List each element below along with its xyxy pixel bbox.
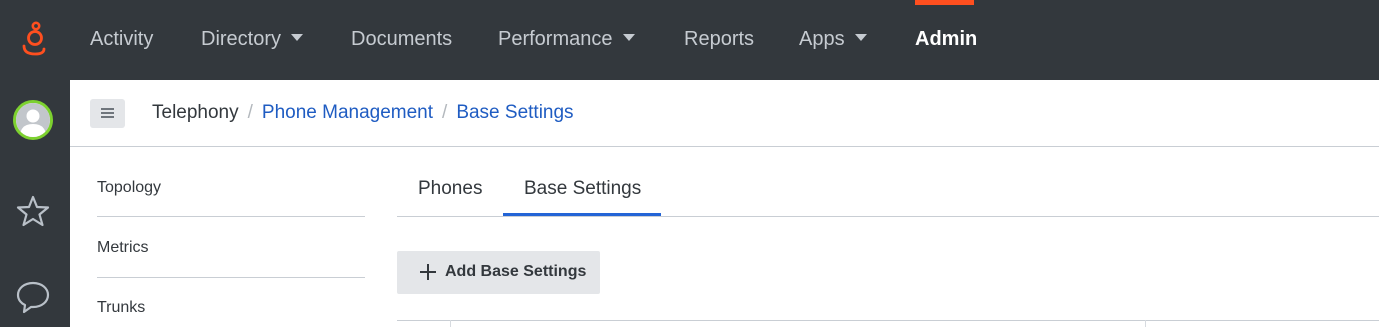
nav-label: Admin — [915, 28, 978, 50]
table-header-border — [397, 320, 1379, 321]
breadcrumb-item-base-settings[interactable]: Base Settings — [456, 102, 573, 123]
tab-label: Base Settings — [524, 178, 642, 199]
add-button-label: Add Base Settings — [445, 263, 587, 280]
nav-activity[interactable]: Activity — [90, 0, 153, 80]
sidebar-item-metrics[interactable]: Metrics — [97, 207, 365, 267]
breadcrumb-item-phone-management[interactable]: Phone Management — [262, 102, 433, 123]
table-column-separator — [1145, 320, 1146, 327]
sidebar-item-label: Topology — [97, 179, 162, 196]
nav-performance[interactable]: Performance — [498, 0, 635, 80]
top-navigation: Activity Directory Documents Performance… — [70, 0, 1379, 80]
active-tab-indicator — [503, 213, 661, 216]
table-column-separator — [450, 320, 451, 327]
tab-label: Phones — [418, 178, 483, 199]
nav-documents[interactable]: Documents — [351, 0, 452, 80]
plus-icon — [420, 264, 436, 285]
add-base-settings-button[interactable]: Add Base Settings — [397, 251, 600, 294]
user-avatar-icon[interactable] — [13, 100, 53, 140]
breadcrumb-item-telephony: Telephony — [152, 102, 239, 123]
tab-base-settings[interactable]: Base Settings — [524, 178, 641, 200]
breadcrumb-separator: / — [442, 102, 448, 123]
nav-label: Apps — [799, 28, 845, 50]
nav-label: Performance — [498, 28, 613, 50]
nav-active-indicator — [915, 0, 974, 5]
sidebar-item-label: Metrics — [97, 239, 149, 256]
star-icon[interactable] — [16, 194, 50, 233]
sidebar-item-topology[interactable]: Topology — [97, 147, 365, 207]
menu-toggle-button[interactable] — [90, 99, 125, 128]
nav-apps[interactable]: Apps — [799, 0, 867, 80]
sidebar-item-label: Trunks — [97, 299, 146, 316]
nav-admin[interactable]: Admin — [915, 0, 977, 80]
breadcrumb: Telephony / Phone Management / Base Settings — [152, 80, 574, 146]
nav-label: Activity — [90, 28, 154, 50]
chevron-down-icon — [291, 34, 304, 42]
hamburger-icon — [101, 108, 114, 110]
tabs-divider — [397, 216, 1379, 217]
nav-label: Directory — [201, 28, 282, 50]
nav-label: Documents — [351, 28, 453, 50]
breadcrumb-separator: / — [247, 102, 253, 123]
nav-label: Reports — [684, 28, 755, 50]
chevron-down-icon — [622, 34, 635, 42]
sidebar-item-trunks[interactable]: Trunks — [97, 267, 365, 327]
nav-directory[interactable]: Directory — [201, 0, 304, 80]
left-rail — [0, 0, 70, 327]
chevron-down-icon — [854, 34, 867, 42]
tab-phones[interactable]: Phones — [418, 178, 482, 200]
breadcrumb-bar: Telephony / Phone Management / Base Settings — [70, 80, 1379, 147]
nav-reports[interactable]: Reports — [684, 0, 754, 80]
chat-bubble-icon[interactable] — [16, 280, 52, 321]
genesys-logo-icon[interactable] — [20, 20, 50, 60]
